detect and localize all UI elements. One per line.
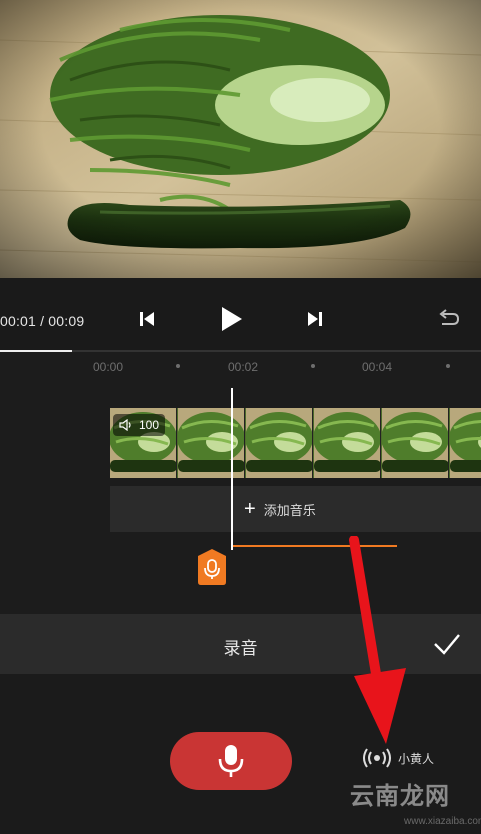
- skip-previous-icon: [140, 312, 154, 326]
- record-mic-button[interactable]: [170, 732, 292, 790]
- recording-marker[interactable]: [194, 548, 230, 586]
- undo-button[interactable]: [436, 305, 462, 333]
- ruler-label: 00:02: [228, 360, 259, 374]
- ruler-label: 00:04: [362, 360, 393, 374]
- broadcast-icon: [363, 748, 391, 768]
- clip-thumbnail: [246, 408, 313, 478]
- add-music-button[interactable]: + 添加音乐: [110, 486, 481, 532]
- time-display: 00:01 / 00:09: [0, 313, 85, 329]
- voice-effect-button[interactable]: 小黄人: [362, 747, 434, 769]
- record-panel: 小黄人: [0, 674, 481, 834]
- preview-image: [0, 0, 481, 278]
- check-icon: [434, 634, 460, 655]
- play-icon: [222, 307, 242, 331]
- video-clip-track[interactable]: [110, 408, 481, 478]
- record-header: 录音: [0, 614, 481, 674]
- ruler-dot: [176, 364, 180, 368]
- clip-thumbnail: [382, 408, 449, 478]
- ruler-label: 00:00: [93, 360, 124, 374]
- skip-next-icon: [308, 312, 322, 326]
- confirm-button[interactable]: [432, 630, 462, 658]
- video-preview: [0, 0, 481, 278]
- plus-icon: +: [244, 498, 256, 520]
- microphone-icon: [218, 745, 244, 777]
- speaker-icon: [119, 419, 131, 431]
- voice-effect-label: 小黄人: [398, 751, 435, 766]
- playback-controls: 00:01 / 00:09: [0, 278, 481, 352]
- clip-thumbnail: [178, 408, 245, 478]
- recording-segment: [232, 545, 397, 547]
- timeline: 00:00 00:02 00:04 100 + 添加音乐: [0, 352, 481, 614]
- undo-icon: [439, 309, 460, 325]
- skip-previous-button[interactable]: [134, 305, 160, 333]
- time-ruler: 00:00 00:02 00:04: [0, 352, 481, 382]
- playhead[interactable]: [231, 388, 233, 550]
- ruler-dot: [446, 364, 450, 368]
- clip-thumbnail: [314, 408, 381, 478]
- skip-next-button[interactable]: [302, 305, 328, 333]
- clip-thumbnail: [450, 408, 481, 478]
- clip-volume-badge[interactable]: 100: [113, 414, 166, 436]
- play-button[interactable]: [216, 305, 246, 333]
- ruler-dot: [311, 364, 315, 368]
- record-title: 录音: [223, 639, 258, 658]
- add-music-label: 添加音乐: [263, 502, 316, 518]
- clip-volume-value: 100: [139, 418, 160, 432]
